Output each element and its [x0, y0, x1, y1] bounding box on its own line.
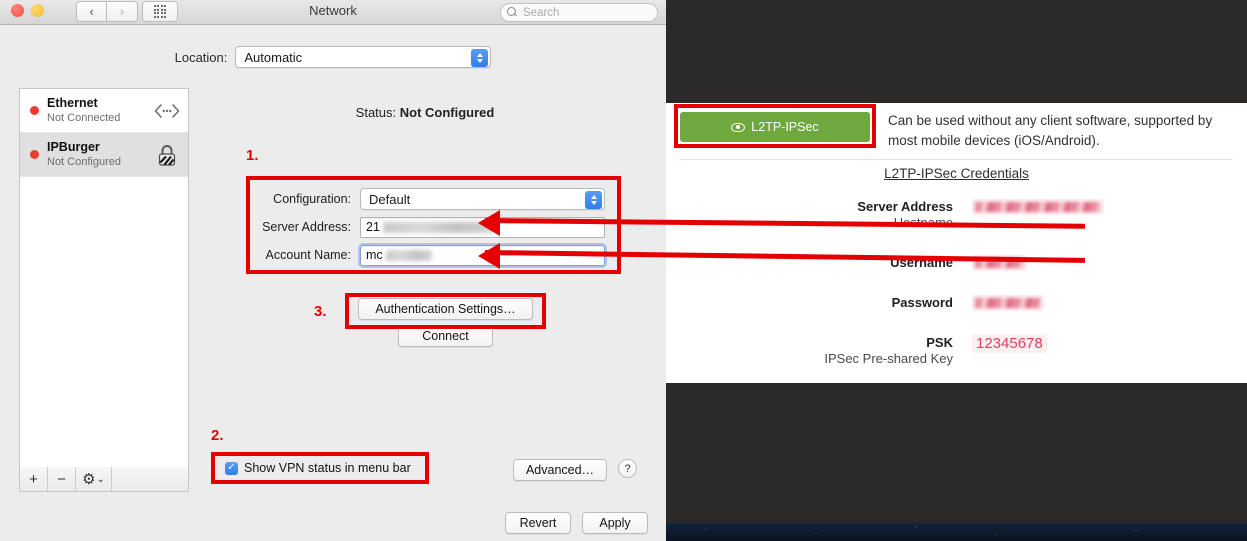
protocol-description: Can be used without any client software,… [888, 113, 1213, 148]
annotation-arrow-head-username [478, 243, 500, 269]
vpn-credentials-web-panel: L2TP-IPSec Can be used without any clien… [666, 0, 1247, 541]
sidebar-item-ipburger[interactable]: IPBurger Not Configured [20, 133, 188, 177]
service-state: Not Configured [47, 155, 121, 168]
annotation-step-1: 1. [246, 147, 259, 164]
network-services-list[interactable]: Ethernet Not Connected IPBurger Not Conf… [19, 88, 189, 492]
apply-button[interactable]: Apply [582, 512, 648, 534]
service-name: Ethernet [47, 96, 98, 111]
revert-button[interactable]: Revert [505, 512, 571, 534]
redacted-password-value [972, 295, 1044, 311]
status-dot-red [30, 106, 39, 115]
credentials-title: L2TP-IPSec Credentials [884, 166, 1029, 181]
search-input[interactable]: Search [500, 3, 658, 22]
service-name: IPBurger [47, 140, 100, 155]
page-background-dark [666, 383, 1247, 523]
annotation-box-auth-settings [345, 293, 546, 329]
credential-label: PSK [926, 335, 953, 350]
search-placeholder: Search [523, 6, 560, 19]
annotation-box-show-vpn-status [211, 452, 429, 484]
annotation-box-credentials-fields [246, 176, 621, 274]
credential-row-password: Password [666, 295, 1044, 311]
status-dot-red [30, 150, 39, 159]
window-titlebar: ‹ › Network Search [0, 0, 666, 25]
vpn-lock-icon [154, 142, 180, 168]
chevron-updown-icon [471, 49, 489, 67]
credential-label: Server Address [857, 199, 953, 214]
advanced-button[interactable]: Advanced… [513, 459, 607, 481]
status-value: Not Configured [399, 105, 495, 120]
credential-label: Password [891, 295, 953, 310]
search-icon [507, 7, 518, 18]
sidebar-item-ethernet[interactable]: Ethernet Not Connected [20, 89, 188, 133]
redacted-server-address-value [972, 199, 1104, 215]
location-label: Location: [174, 49, 228, 65]
service-actions-menu-button[interactable]: ⚙ ⌄ [76, 467, 112, 491]
location-select[interactable]: Automatic [235, 46, 492, 68]
toolbar-filler [112, 467, 188, 491]
add-service-button[interactable]: + [20, 467, 48, 491]
annotation-box-protocol-button [674, 104, 876, 148]
services-list-toolbar: + − ⚙ ⌄ [19, 467, 189, 492]
location-value: Automatic [244, 49, 303, 65]
service-state: Not Connected [47, 111, 121, 124]
chevron-down-icon: ⌄ [96, 473, 105, 485]
psk-value: 12345678 [972, 334, 1047, 353]
status-label: Status: [355, 105, 397, 120]
screenshot-root: ‹ › Network Search Location: Automatic E… [0, 0, 1247, 541]
credential-row-psk: PSK IPSec Pre-shared Key 12345678 [666, 334, 1047, 366]
annotation-step-3: 3. [314, 303, 327, 320]
annotation-step-2: 2. [211, 427, 224, 444]
location-row: Location: Automatic [0, 46, 666, 68]
credential-sublabel: IPSec Pre-shared Key [824, 351, 953, 366]
divider [680, 159, 1233, 160]
remove-service-button[interactable]: − [48, 467, 76, 491]
help-button[interactable]: ? [618, 459, 637, 478]
annotation-arrow-head-server-address [478, 210, 500, 236]
gear-icon: ⚙ [82, 471, 96, 488]
network-preferences-window: ‹ › Network Search Location: Automatic E… [0, 0, 666, 541]
connection-status-row: Status: Not Configured [200, 105, 650, 120]
ethernet-icon [154, 98, 180, 124]
desktop-wallpaper-strip [666, 523, 1247, 541]
